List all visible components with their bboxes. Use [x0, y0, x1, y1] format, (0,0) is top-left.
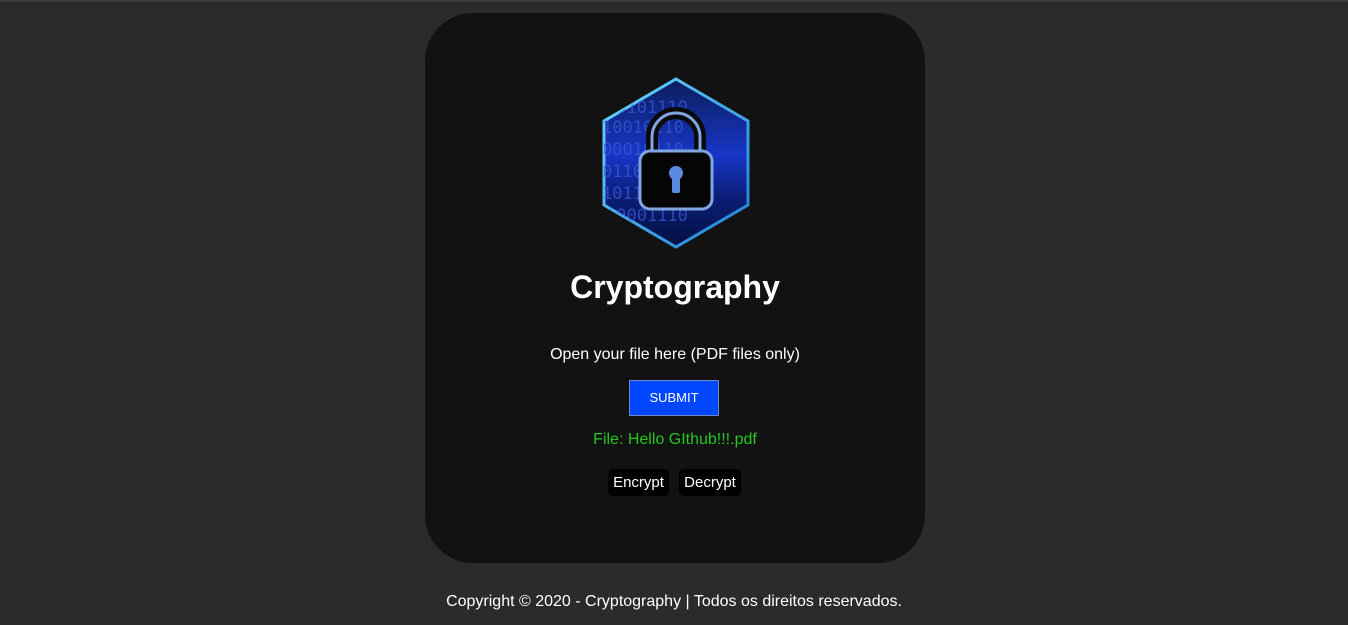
- padlock-hexagon-icon: 10101110 10010110 00010110 01100110 1011…: [600, 75, 752, 251]
- selected-file-status: File: Hello GIthub!!!.pdf: [593, 431, 757, 448]
- submit-button[interactable]: SUBMIT: [629, 380, 719, 416]
- decrypt-button[interactable]: Decrypt: [679, 469, 741, 496]
- file-open-label[interactable]: Open your file here (PDF files only): [425, 346, 925, 364]
- footer-copyright: Copyright © 2020 - Cryptography | Todos …: [446, 593, 902, 610]
- page-title: Cryptography: [570, 269, 780, 305]
- top-divider: [0, 0, 1348, 2]
- binary-row: 10010110: [602, 118, 684, 138]
- main-card: 10101110 10010110 00010110 01100110 1011…: [425, 13, 925, 563]
- encrypt-button[interactable]: Encrypt: [608, 469, 669, 496]
